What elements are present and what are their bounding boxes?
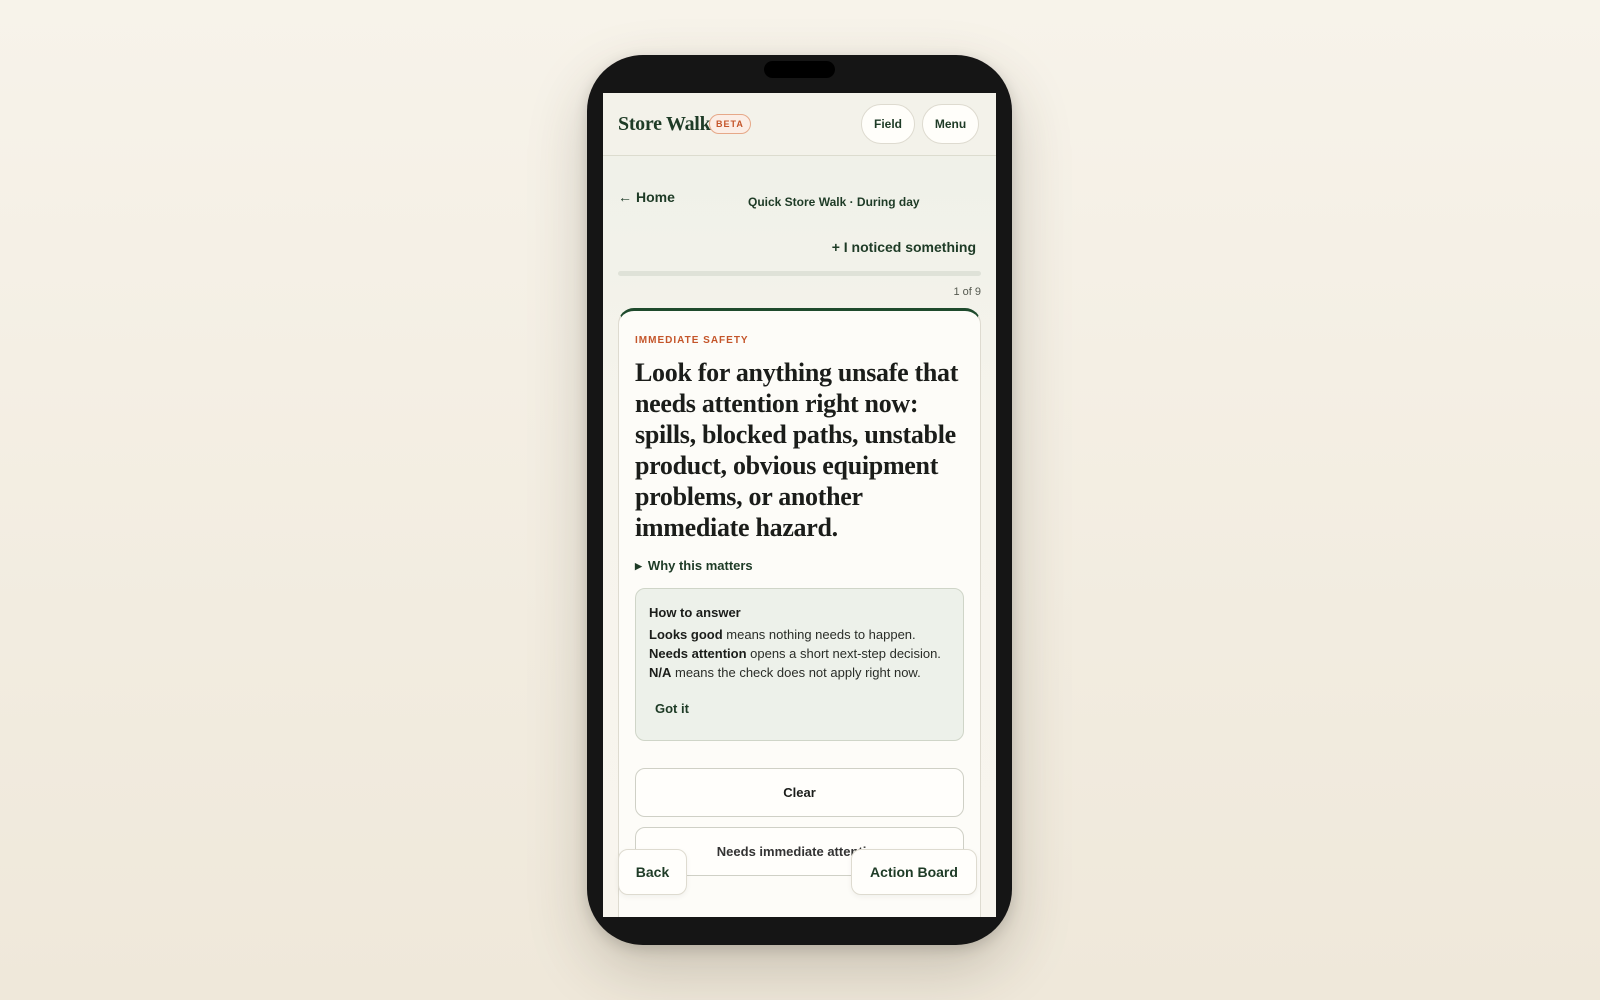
progress-bar [618,271,981,276]
action-board-button[interactable]: Action Board [851,849,977,895]
question-card: IMMEDIATE SAFETY Look for anything unsaf… [618,308,981,917]
home-link[interactable]: ← Home [618,189,675,205]
how-to-answer-panel: How to answer Looks good means nothing n… [635,588,964,741]
howto-term: N/A [649,665,672,680]
phone-frame: Store Walk BETA Field Menu ← Home Quick S… [587,55,1012,945]
app-screen: Store Walk BETA Field Menu ← Home Quick S… [603,93,996,917]
question-text: Look for anything unsafe that needs atte… [635,358,959,542]
noticed-something-button[interactable]: + I noticed something [832,239,976,255]
beta-badge: BETA [709,114,751,134]
howto-line: Needs attention opens a short next-step … [649,646,941,661]
howto-term: Needs attention [649,646,747,661]
howto-desc: means the check does not apply right now… [671,665,921,680]
menu-button[interactable]: Menu [922,104,979,144]
phone-notch [764,61,835,78]
how-to-answer-title: How to answer [649,605,741,620]
howto-term: Looks good [649,627,723,642]
howto-line: Looks good means nothing needs to happen… [649,627,916,642]
howto-line: N/A means the check does not apply right… [649,665,921,680]
why-label: Why this matters [647,558,753,573]
back-button[interactable]: Back [618,849,687,895]
howto-desc: means nothing needs to happen. [722,627,916,642]
clear-answer-button[interactable]: Clear [635,768,964,817]
category-label: IMMEDIATE SAFETY [635,335,749,346]
step-counter: 1 of 9 [953,286,981,298]
back-arrow-icon: ← [618,189,632,205]
app-title: Store Walk [618,113,711,135]
home-link-label: Home [636,189,675,205]
why-this-matters-toggle[interactable]: ▶ Why this matters [635,558,753,573]
howto-desc: opens a short next-step decision. [746,646,941,661]
caret-right-icon: ▶ [635,561,642,571]
field-button[interactable]: Field [861,104,915,144]
top-bar: Store Walk BETA Field Menu [603,93,996,156]
walk-title: Quick Store Walk · During day [748,195,920,209]
got-it-button[interactable]: Got it [655,701,689,716]
